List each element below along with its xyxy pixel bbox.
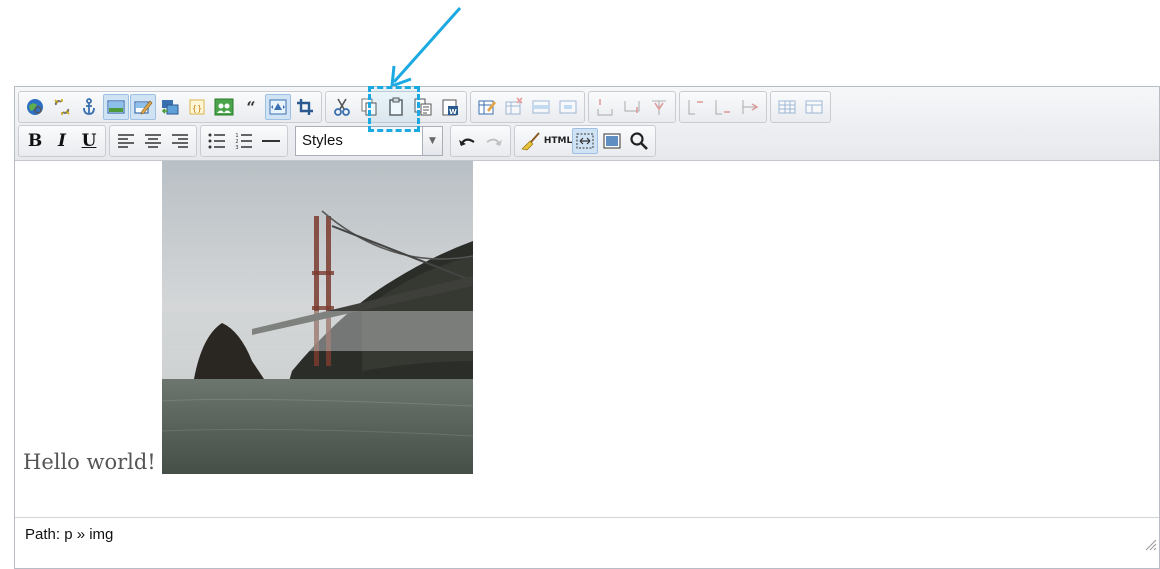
cut-icon[interactable] [329,94,355,120]
insert-row-before-icon[interactable] [592,94,618,120]
toolbar-group-history [450,125,511,157]
insert-col-before-icon[interactable] [683,94,709,120]
editor-toolbar: {} “ W B I U 1 2 3 Styles ▼ HTML [15,87,1159,161]
html-label: HTML [543,136,573,146]
underline-button[interactable]: U [76,128,102,154]
html-source-button[interactable]: HTML [543,128,573,154]
delete-col-icon[interactable] [737,94,763,120]
annotation-highlight-box [368,86,420,132]
resize-grip-icon[interactable] [1143,537,1157,551]
align-left-icon[interactable] [113,128,139,154]
svg-text:{}: {} [192,104,202,113]
toolbar-group-links: {} “ [18,91,322,123]
element-path[interactable]: Path: p » img [25,526,113,543]
insert-link-icon[interactable] [22,94,48,120]
toolbar-group-cols [679,91,767,123]
status-bar: Path: p » img [15,518,1159,553]
toolbar-group-tools: HTML [514,125,656,157]
merge-cells-icon[interactable] [801,94,827,120]
cell-properties-icon[interactable] [555,94,581,120]
content-text: Hello world! [23,450,156,474]
toolbar-group-rows [588,91,676,123]
insert-media-icon[interactable] [157,94,183,120]
align-right-icon[interactable] [167,128,193,154]
toolbar-group-format: B I U [18,125,106,157]
svg-text:“: “ [246,98,255,117]
chevron-down-icon[interactable]: ▼ [423,126,443,156]
toolbar-row-1: {} “ W [18,90,1157,124]
golden-gate-photo[interactable] [161,161,473,474]
horizontal-rule-icon[interactable] [258,128,284,154]
gallery-icon[interactable] [211,94,237,120]
insert-image-icon[interactable] [103,94,129,120]
toolbar-row-2: B I U 123 Styles ▼ HTML [18,124,1157,158]
delete-table-icon[interactable] [501,94,527,120]
insert-code-icon[interactable]: {} [184,94,210,120]
toolbar-group-lists: 123 [200,125,288,157]
delete-row-icon[interactable] [646,94,672,120]
toolbar-group-align [109,125,197,157]
underline-label: U [81,131,97,151]
blockquote-icon[interactable]: “ [238,94,264,120]
bullet-list-icon[interactable] [204,128,230,154]
paragraph: Hello world! [23,161,473,474]
image-align-icon[interactable] [265,94,291,120]
rich-text-editor: {} “ W B I U 1 2 3 Styles ▼ HTML Hello w… [14,86,1160,569]
edit-image-icon[interactable] [130,94,156,120]
bold-button[interactable]: B [22,128,48,154]
anchor-icon[interactable] [76,94,102,120]
svg-text:W: W [449,108,457,116]
redo-icon[interactable] [481,128,507,154]
insert-col-after-icon[interactable] [710,94,736,120]
numbered-list-icon[interactable]: 123 [231,128,257,154]
crop-icon[interactable] [292,94,318,120]
paste-word-icon[interactable]: W [437,94,463,120]
insert-row-after-icon[interactable] [619,94,645,120]
unlink-icon[interactable] [49,94,75,120]
toolbar-group-table [470,91,585,123]
row-properties-icon[interactable] [528,94,554,120]
split-cells-icon[interactable] [774,94,800,120]
undo-icon[interactable] [454,128,480,154]
annotation-arrow [390,7,462,89]
align-center-icon[interactable] [140,128,166,154]
visual-aid-icon[interactable] [572,128,598,154]
toolbar-group-merge [770,91,831,123]
search-icon[interactable] [626,128,652,154]
italic-button[interactable]: I [49,128,75,154]
cleanup-brush-icon[interactable] [518,128,544,154]
editor-content[interactable]: Hello world! [15,161,1159,518]
italic-label: I [58,131,66,151]
bold-label: B [27,131,43,151]
fullscreen-icon[interactable] [599,128,625,154]
svg-text:3: 3 [235,145,238,151]
table-properties-icon[interactable] [474,94,500,120]
